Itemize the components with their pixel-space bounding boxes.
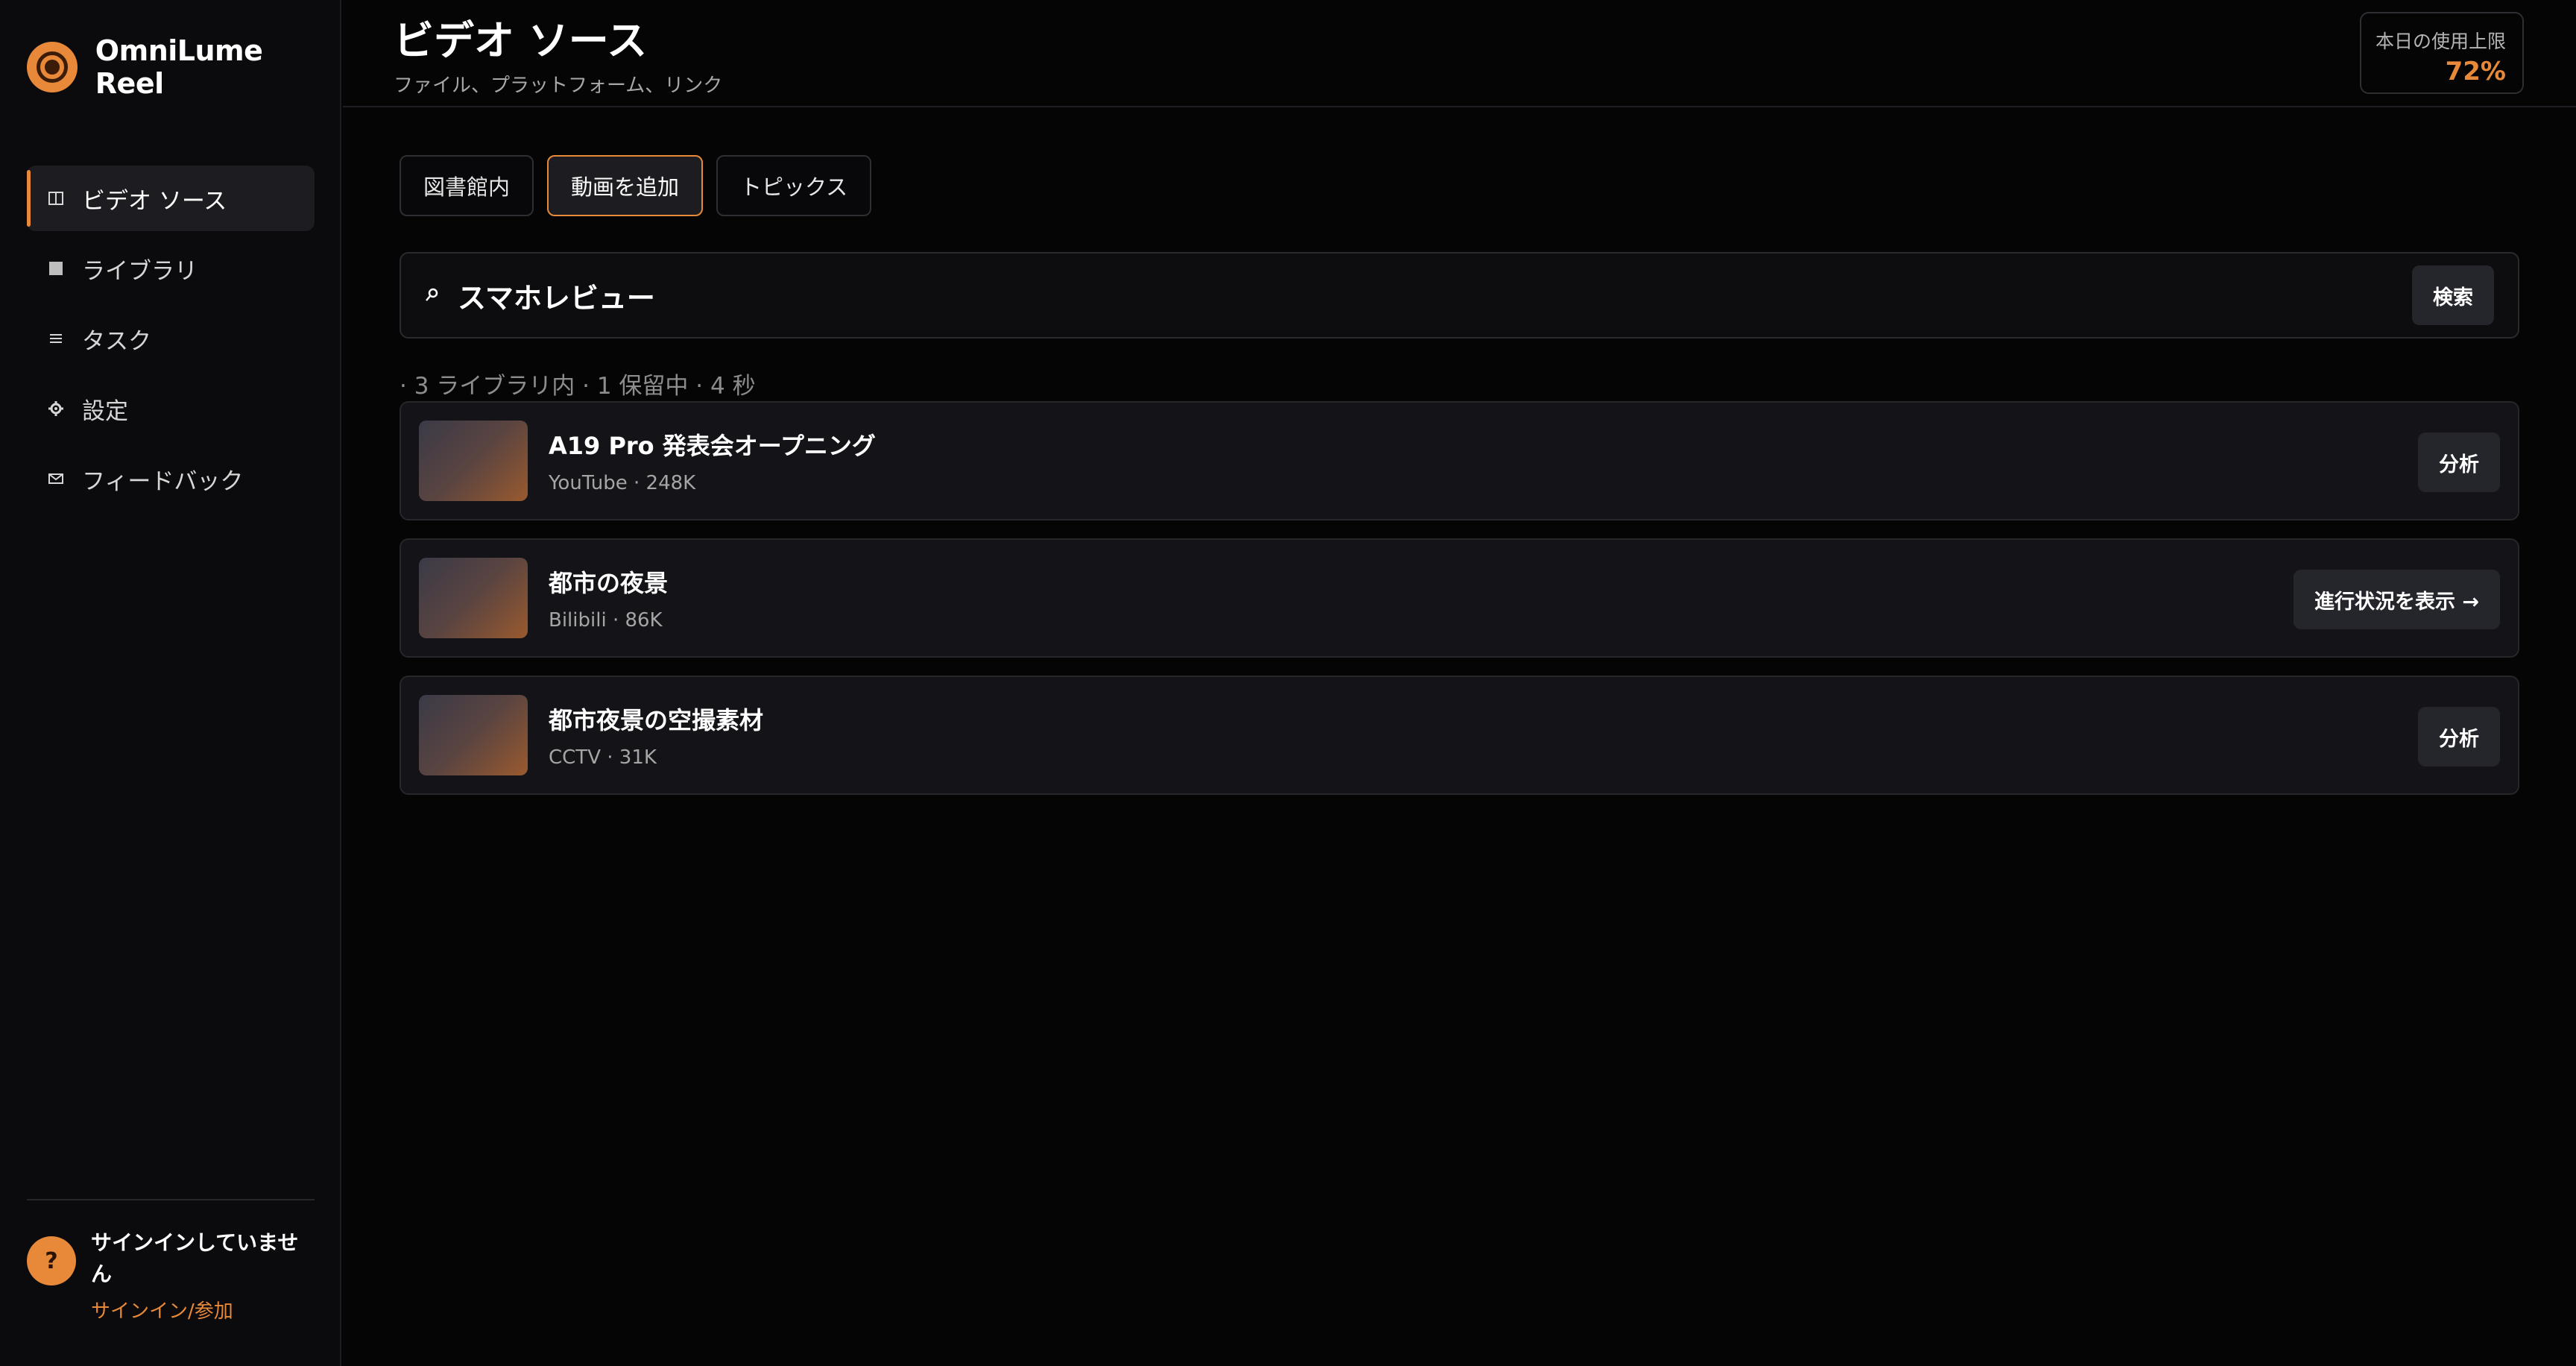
video-meta: Bilibili · 86K <box>549 609 663 632</box>
sidebar-item-library[interactable]: ライブラリ <box>27 236 315 301</box>
sidebar-item-feedback[interactable]: フィードバック <box>27 446 315 512</box>
source-tabs: 図書館内 動画を追加 トピックス <box>400 155 885 216</box>
sidebar-item-label: タスク <box>82 327 151 355</box>
usage-value: 72% <box>2445 57 2506 86</box>
gear-icon <box>45 397 67 420</box>
tab-topics[interactable]: トピックス <box>716 155 872 216</box>
page-header: ビデオ ソース ファイル、プラットフォーム、リンク 本日の使用上限 72% <box>343 0 2576 107</box>
sidebar-nav: ビデオ ソース ライブラリ タスク 設定 フィードバック <box>27 166 315 516</box>
results-summary: · 3 ライブラリ内 · 1 保留中 · 4 秒 <box>400 373 756 400</box>
video-title: 都市夜景の空撮素材 <box>549 706 764 734</box>
page-subtitle: ファイル、プラットフォーム、リンク <box>394 75 723 97</box>
sidebar-item-label: フィードバック <box>82 468 244 495</box>
view-progress-button[interactable]: 進行状況を表示 → <box>2293 570 2500 629</box>
video-thumbnail <box>419 695 528 775</box>
list-item[interactable]: 都市の夜景 Bilibili · 86K 進行状況を表示 → <box>400 538 2519 658</box>
usage-label: 本日の使用上限 <box>2375 31 2506 52</box>
mail-icon <box>45 468 67 490</box>
search-input[interactable] <box>456 278 2412 312</box>
sidebar-item-label: ビデオ ソース <box>82 187 227 215</box>
page-title: ビデオ ソース <box>394 17 648 64</box>
sidebar-item-tasks[interactable]: タスク <box>27 306 315 371</box>
video-title: 都市の夜景 <box>549 569 669 597</box>
brand[interactable]: OmniLume Reel <box>27 34 340 100</box>
search-bar: 検索 <box>400 252 2519 339</box>
list-item[interactable]: A19 Pro 発表会オープニング YouTube · 248K 分析 <box>400 401 2519 520</box>
sidebar-item-video-sources[interactable]: ビデオ ソース <box>27 166 315 231</box>
app-name: OmniLume Reel <box>95 34 263 100</box>
tab-in-library[interactable]: 図書館内 <box>400 155 534 216</box>
video-thumbnail <box>419 421 528 501</box>
video-meta: YouTube · 248K <box>549 472 696 494</box>
sign-in-link[interactable]: サインイン/参加 <box>91 1296 307 1323</box>
square-icon <box>45 257 67 280</box>
video-thumbnail <box>419 558 528 638</box>
list-icon <box>45 327 67 350</box>
avatar[interactable]: ? <box>27 1236 76 1285</box>
list-item[interactable]: 都市夜景の空撮素材 CCTV · 31K 分析 <box>400 676 2519 795</box>
video-meta: CCTV · 31K <box>549 746 657 769</box>
analyze-button[interactable]: 分析 <box>2418 707 2500 767</box>
analyze-button[interactable]: 分析 <box>2418 432 2500 492</box>
tab-add-video[interactable]: 動画を追加 <box>547 155 704 216</box>
sidebar-item-label: 設定 <box>82 397 128 425</box>
search-icon <box>423 286 441 304</box>
columns-icon <box>45 187 67 210</box>
sidebar-item-settings[interactable]: 設定 <box>27 376 315 441</box>
brand-logo-icon <box>27 42 78 92</box>
search-button[interactable]: 検索 <box>2412 265 2494 325</box>
sidebar-item-label: ライブラリ <box>82 257 198 285</box>
video-title: A19 Pro 発表会オープニング <box>549 432 876 460</box>
sidebar: OmniLume Reel ビデオ ソース ライブラリ タスク 設定 フィードバ… <box>0 0 341 1366</box>
account-section: ? サインインしていません サインイン/参加 <box>27 1199 315 1323</box>
sign-in-status: サインインしていません <box>91 1230 299 1286</box>
results-list: A19 Pro 発表会オープニング YouTube · 248K 分析 都市の夜… <box>400 401 2519 813</box>
usage-indicator: 本日の使用上限 72% <box>2360 12 2524 94</box>
